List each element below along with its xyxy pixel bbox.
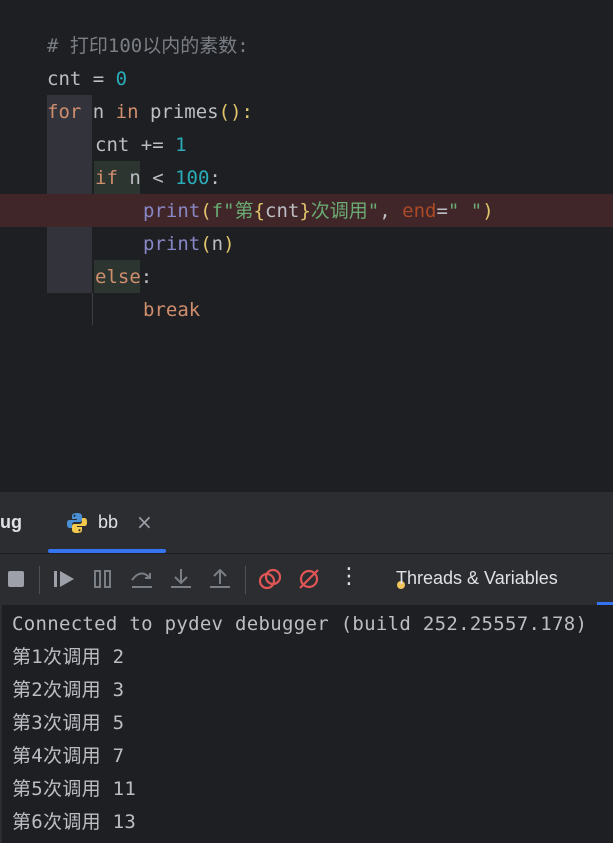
code-line-9[interactable]: break bbox=[0, 261, 613, 321]
tab-label: bb bbox=[98, 512, 119, 532]
code-editor[interactable]: # 打印100以内的素数: cnt = 0 for n in primes():… bbox=[0, 0, 613, 491]
stop-icon[interactable] bbox=[4, 566, 30, 592]
console-line: 第5次调用 11 bbox=[12, 778, 137, 800]
console-line: 第1次调用 2 bbox=[12, 646, 125, 668]
code-line-4[interactable]: cnt += 1 bbox=[0, 96, 613, 156]
indent-guide bbox=[92, 293, 93, 325]
toolbar-separator bbox=[245, 566, 246, 594]
debug-toolbar: ⋮ Threads & Variables bbox=[0, 553, 613, 605]
debug-console[interactable]: Connected to pydev debugger (build 252.2… bbox=[0, 605, 613, 843]
step-out-icon[interactable] bbox=[207, 566, 233, 592]
close-icon[interactable]: × bbox=[136, 510, 153, 534]
console-line: 第6次调用 13 bbox=[12, 811, 137, 833]
code-line-7[interactable]: print(n) bbox=[0, 195, 613, 255]
code-keyword-break: break bbox=[143, 299, 201, 321]
tool-window-title[interactable]: ug bbox=[0, 512, 22, 533]
console-line: Connected to pydev debugger (build 252.2… bbox=[12, 613, 588, 635]
resume-icon[interactable] bbox=[51, 566, 77, 592]
debug-tool-window-header: ug bb × bbox=[0, 491, 613, 554]
view-breakpoints-icon[interactable] bbox=[257, 566, 283, 592]
pause-icon[interactable] bbox=[90, 566, 116, 592]
console-line: 第4次调用 7 bbox=[12, 745, 125, 767]
more-options-icon[interactable]: ⋮ bbox=[338, 564, 360, 590]
step-over-icon[interactable] bbox=[129, 566, 155, 592]
code-line-5[interactable]: if n < 100: bbox=[0, 129, 613, 189]
code-line-6[interactable]: print(f"第{cnt}次调用", end=" ") bbox=[0, 162, 613, 222]
tab-bb[interactable]: bb × bbox=[66, 506, 166, 540]
step-into-icon[interactable] bbox=[168, 566, 194, 592]
code-line-1[interactable]: # 打印100以内的素数: bbox=[0, 0, 613, 57]
console-line: 第2次调用 3 bbox=[12, 679, 125, 701]
mute-breakpoints-icon[interactable] bbox=[296, 566, 322, 592]
code-line-8[interactable]: else: bbox=[0, 228, 613, 288]
console-line: 第3次调用 5 bbox=[12, 712, 125, 734]
code-line-2[interactable]: cnt = 0 bbox=[0, 30, 613, 90]
code-line-3[interactable]: for n in primes(): bbox=[0, 63, 613, 123]
toolbar-separator bbox=[39, 566, 40, 594]
python-icon bbox=[67, 513, 87, 533]
threads-variables-tab[interactable]: Threads & Variables bbox=[396, 568, 558, 589]
